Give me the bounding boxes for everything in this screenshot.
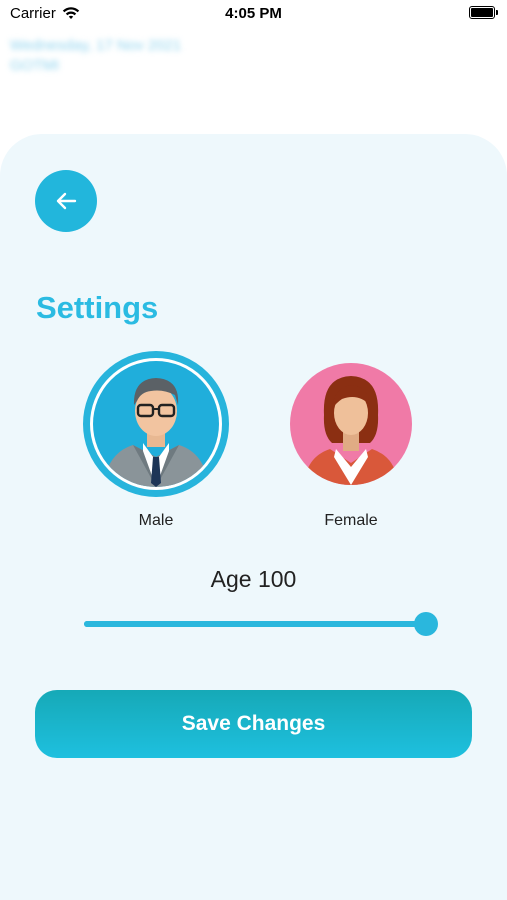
- header-subtitle: GOTMI: [10, 57, 60, 74]
- female-avatar-icon: [290, 363, 412, 485]
- header-date: Wednesday, 17 Nov 2021: [10, 37, 182, 54]
- age-slider-thumb[interactable]: [414, 612, 438, 636]
- page-title: Settings: [36, 290, 159, 325]
- status-bar: Carrier 4:05 PM: [0, 0, 507, 28]
- save-changes-button[interactable]: Save Changes: [35, 690, 472, 758]
- settings-panel: [0, 134, 507, 900]
- arrow-left-icon: [56, 192, 77, 210]
- gender-label-female: Female: [324, 512, 378, 529]
- status-time: 4:05 PM: [225, 5, 282, 22]
- gender-label-male: Male: [138, 512, 174, 529]
- age-slider-fill: [84, 621, 426, 627]
- battery-icon: [469, 6, 498, 19]
- age-slider[interactable]: [84, 612, 438, 636]
- male-avatar-icon: [93, 361, 219, 487]
- age-label: Age 100: [210, 566, 297, 592]
- blurred-header: Wednesday, 17 Nov 2021 GOTMI: [10, 36, 181, 76]
- back-button[interactable]: [35, 170, 97, 232]
